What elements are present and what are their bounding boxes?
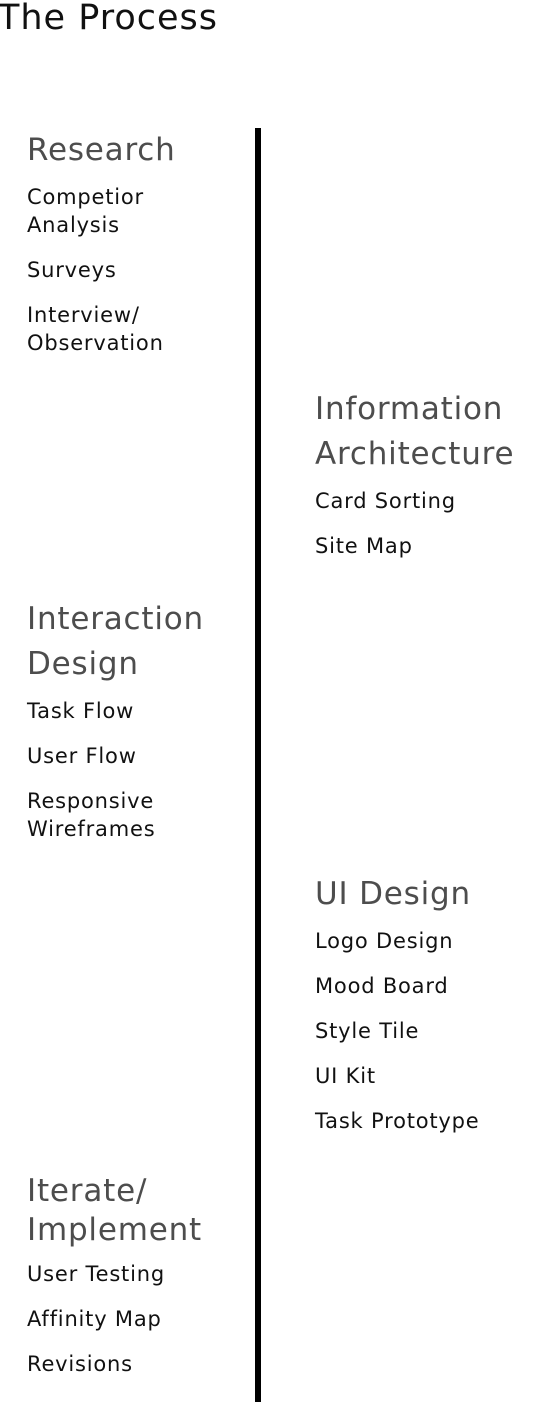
section-title-interaction-design: Interaction Design	[27, 601, 204, 682]
section-item-mood-board: Mood Board	[315, 974, 449, 998]
section-item-card-sorting: Card Sorting	[315, 489, 456, 513]
section-item-style-tile: Style Tile	[315, 1019, 420, 1043]
section-item-surveys: Surveys	[27, 258, 117, 282]
section-item-user-testing: User Testing	[27, 1262, 165, 1286]
section-title-ui-design: UI Design	[315, 876, 471, 912]
section-item-user-flow: User Flow	[27, 744, 137, 768]
section-item-logo-design: Logo Design	[315, 929, 454, 953]
section-ui-design: UI Design Logo Design Mood Board Style T…	[315, 872, 530, 1135]
section-items-ui-design: Logo Design Mood Board Style Tile UI Kit…	[315, 927, 530, 1135]
section-items-research: Competior Analysis Surveys Interview/ Ob…	[27, 183, 237, 357]
section-title-iterate-implement: Iterate/ Implement	[27, 1173, 202, 1248]
section-items-information-architecture: Card Sorting Site Map	[315, 487, 530, 560]
section-item-ui-kit: UI Kit	[315, 1064, 376, 1088]
section-item-responsive-wireframes: Responsive Wireframes	[27, 789, 156, 841]
section-title-information-architecture: Information Architecture	[315, 391, 515, 472]
timeline-line	[255, 128, 261, 1402]
section-items-interaction-design: Task Flow User Flow Responsive Wireframe…	[27, 697, 237, 843]
section-item-task-flow: Task Flow	[27, 699, 135, 723]
section-title-research: Research	[27, 132, 176, 168]
section-items-iterate-implement: User Testing Affinity Map Revisions	[27, 1260, 237, 1378]
section-item-affinity-map: Affinity Map	[27, 1307, 162, 1331]
section-item-interview-observation: Interview/ Observation	[27, 303, 164, 355]
section-research: Research Competior Analysis Surveys Inte…	[27, 128, 237, 357]
section-item-competitor-analysis: Competior Analysis	[27, 185, 144, 237]
section-item-site-map: Site Map	[315, 534, 413, 558]
section-iterate-implement: Iterate/ Implement User Testing Affinity…	[27, 1172, 237, 1378]
section-information-architecture: Information Architecture Card Sorting Si…	[315, 387, 530, 560]
section-interaction-design: Interaction Design Task Flow User Flow R…	[27, 597, 237, 843]
section-item-revisions: Revisions	[27, 1352, 133, 1376]
section-item-task-prototype: Task Prototype	[315, 1109, 480, 1133]
page-title: The Process	[0, 0, 218, 38]
